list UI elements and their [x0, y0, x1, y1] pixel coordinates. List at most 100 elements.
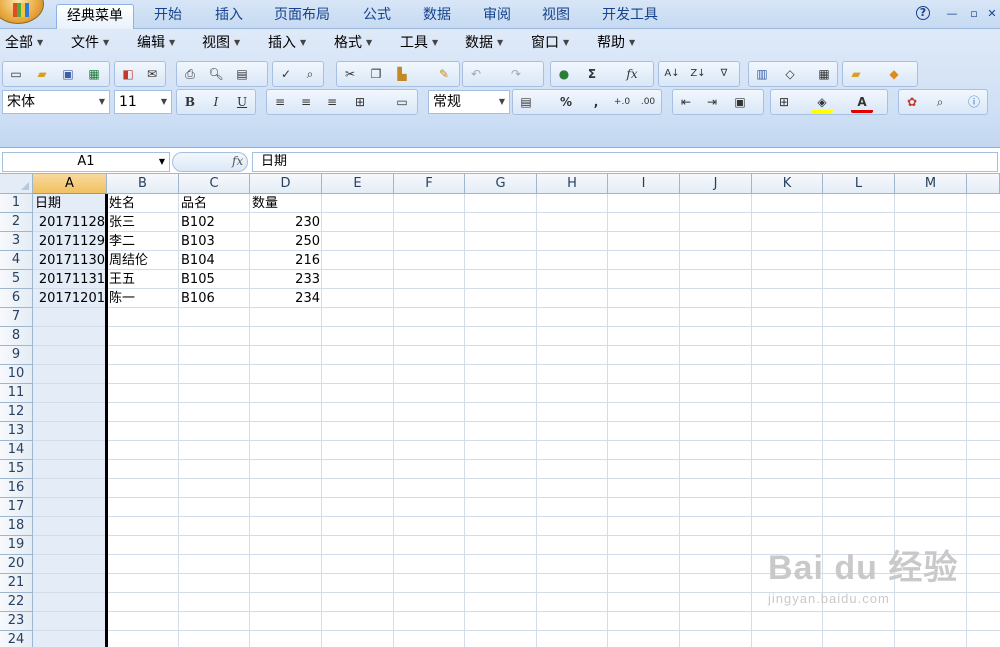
row-header-21[interactable]: 21 [0, 574, 33, 593]
column-header-d[interactable]: D [250, 174, 322, 194]
align-left-icon[interactable]: ≡ [269, 91, 291, 113]
menu-data[interactable]: 数据 ▼ [460, 32, 508, 54]
filter-icon[interactable]: ∇ [713, 63, 735, 85]
cell-d5[interactable]: 233 [250, 270, 322, 289]
redo-icon[interactable]: ↷ [505, 63, 527, 85]
row-header-12[interactable]: 12 [0, 403, 33, 422]
menu-insert[interactable]: 插入 ▼ [263, 32, 311, 54]
sort-descending-icon[interactable]: Z↓ [687, 63, 709, 85]
diamond-icon[interactable]: ◆ [883, 63, 905, 85]
column-header-h[interactable]: H [537, 174, 608, 194]
row-header-4[interactable]: 4 [0, 251, 33, 270]
bold-button[interactable]: B [179, 91, 201, 113]
column-header-l[interactable]: L [823, 174, 895, 194]
open-icon[interactable]: ▰ [31, 63, 53, 85]
italic-button[interactable]: I [205, 91, 227, 113]
decrease-decimal-icon[interactable]: .00 [637, 91, 659, 113]
chart-icon[interactable]: ▥ [751, 63, 773, 85]
tab-insert[interactable]: 插入 [205, 4, 253, 29]
excel-icon[interactable]: ▦ [83, 63, 105, 85]
cell-c2[interactable]: B102 [179, 213, 250, 232]
cell-d2[interactable]: 230 [250, 213, 322, 232]
print-preview-icon[interactable]: 🔍︎ [205, 63, 227, 85]
cell-d1[interactable]: 数量 [250, 194, 322, 213]
row-header-16[interactable]: 16 [0, 479, 33, 498]
row-header-3[interactable]: 3 [0, 232, 33, 251]
close-icon[interactable]: ✕ [984, 6, 1000, 22]
permission-icon[interactable]: ◧ [117, 63, 139, 85]
row-header-2[interactable]: 2 [0, 213, 33, 232]
page-setup-icon[interactable]: ▤ [231, 63, 253, 85]
row-header-19[interactable]: 19 [0, 536, 33, 555]
row-header-18[interactable]: 18 [0, 517, 33, 536]
menu-edit[interactable]: 编辑 ▼ [132, 32, 180, 54]
menu-help[interactable]: 帮助 ▼ [592, 32, 640, 54]
folder-icon[interactable]: ▰ [845, 63, 867, 85]
column-header-c[interactable]: C [179, 174, 250, 194]
new-icon[interactable]: ▭ [5, 63, 27, 85]
cell-c3[interactable]: B103 [179, 232, 250, 251]
tab-page-layout[interactable]: 页面布局 [264, 4, 340, 29]
clipart-icon[interactable]: ✿ [901, 91, 923, 113]
cell-b3[interactable]: 李二 [107, 232, 179, 251]
cell-b1[interactable]: 姓名 [107, 194, 179, 213]
row-header-10[interactable]: 10 [0, 365, 33, 384]
row-header-24[interactable]: 24 [0, 631, 33, 647]
office-button[interactable] [0, 0, 44, 24]
border-icon[interactable]: ▣ [729, 91, 751, 113]
column-header-a[interactable]: A [33, 174, 107, 194]
cell-b2[interactable]: 张三 [107, 213, 179, 232]
undo-icon[interactable]: ↶ [465, 63, 487, 85]
merge-center-icon[interactable]: ⊞ [349, 91, 371, 113]
column-header-j[interactable]: J [680, 174, 752, 194]
font-color-icon[interactable]: A [851, 91, 873, 113]
menu-file[interactable]: 文件 ▼ [66, 32, 114, 54]
name-box[interactable]: A1 ▼ [2, 152, 170, 172]
row-header-13[interactable]: 13 [0, 422, 33, 441]
tab-view[interactable]: 视图 [532, 4, 580, 29]
row-header-9[interactable]: 9 [0, 346, 33, 365]
comma-button[interactable]: , [585, 91, 607, 113]
row-header-8[interactable]: 8 [0, 327, 33, 346]
font-size-select[interactable]: 11 ▼ [114, 90, 172, 114]
font-name-select[interactable]: 宋体 ▼ [2, 90, 110, 114]
formula-input[interactable]: 日期 [252, 152, 998, 172]
increase-decimal-icon[interactable]: +.0 [611, 91, 633, 113]
currency-icon[interactable]: ▤ [515, 91, 537, 113]
column-header-f[interactable]: F [394, 174, 465, 194]
shapes-icon[interactable]: ◇ [779, 63, 801, 85]
menu-window[interactable]: 窗口 ▼ [526, 32, 574, 54]
cell-a6[interactable]: 20171201 [33, 289, 107, 308]
cell-c5[interactable]: B105 [179, 270, 250, 289]
menu-tools[interactable]: 工具 ▼ [395, 32, 443, 54]
function-icon[interactable]: fx [621, 63, 643, 85]
cell-a2[interactable]: 20171128 [33, 213, 107, 232]
column-header-partial[interactable] [967, 174, 1000, 194]
menu-all[interactable]: 全部 ▼ [0, 32, 48, 54]
row-header-1[interactable]: 1 [0, 194, 33, 213]
row-header-17[interactable]: 17 [0, 498, 33, 517]
increase-indent-icon[interactable]: ⇥ [701, 91, 723, 113]
cell-a5[interactable]: 20171131 [33, 270, 107, 289]
gridlines-icon[interactable]: ▦ [813, 63, 835, 85]
borders-icon[interactable]: ⊞ [773, 91, 795, 113]
paste-icon[interactable]: ▙ [391, 63, 413, 85]
row-header-15[interactable]: 15 [0, 460, 33, 479]
cell-b4[interactable]: 周结伦 [107, 251, 179, 270]
column-header-b[interactable]: B [107, 174, 179, 194]
tab-classic-menu[interactable]: 经典菜单 [56, 4, 134, 29]
spelling-icon[interactable]: ✓ [275, 63, 297, 85]
cell-d6[interactable]: 234 [250, 289, 322, 308]
help-circle-icon[interactable]: ⓘ [963, 91, 985, 113]
align-center-icon[interactable]: ≡ [295, 91, 317, 113]
row-header-6[interactable]: 6 [0, 289, 33, 308]
cell-d3[interactable]: 250 [250, 232, 322, 251]
autosum-icon[interactable]: Σ [581, 63, 603, 85]
save-icon[interactable]: ▣ [57, 63, 79, 85]
help-icon[interactable]: ? [916, 6, 930, 20]
column-header-k[interactable]: K [752, 174, 823, 194]
cell-a3[interactable]: 20171129 [33, 232, 107, 251]
insert-function-icon[interactable]: fx [232, 152, 243, 170]
hyperlink-icon[interactable]: ● [553, 63, 575, 85]
cell-c1[interactable]: 品名 [179, 194, 250, 213]
